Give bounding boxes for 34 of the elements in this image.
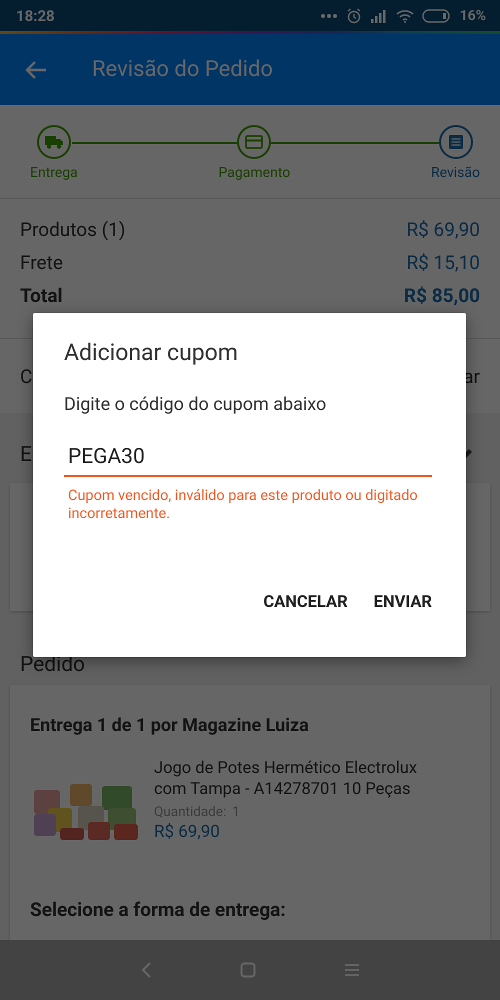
section-title: E <box>20 443 32 467</box>
summary-label: Total <box>20 283 63 309</box>
coupon-label: C <box>20 364 32 388</box>
battery-icon <box>422 8 452 22</box>
menu-icon[interactable] <box>344 963 360 977</box>
summary-value: R$ 69,90 <box>406 217 480 243</box>
home-icon[interactable] <box>240 962 256 978</box>
screen-title: Revisão do Pedido <box>92 57 273 82</box>
credit-card-icon <box>245 135 264 149</box>
shipping-prompt: Selecione a forma de entrega: <box>30 898 287 921</box>
product-price: R$ 69,90 <box>154 822 221 842</box>
status-time: 18:28 <box>16 6 55 24</box>
summary-label: Frete <box>20 250 63 276</box>
summary-value: R$ 15,10 <box>406 250 480 276</box>
step-label: Entrega <box>30 165 78 181</box>
truck-icon <box>44 135 63 149</box>
wifi-icon <box>396 8 414 22</box>
back-arrow-icon[interactable] <box>25 60 47 80</box>
dialog-title: Adicionar cupom <box>64 339 239 366</box>
product-name: Jogo de Potes Hermético Electrolux com Tampa - A14278701 10 Peças <box>154 758 418 800</box>
dialog-message: Digite o código do cupom abaixo <box>64 394 328 415</box>
section-title: Pedido <box>20 653 86 677</box>
step-label: Revisão <box>431 165 480 181</box>
battery-percent: 16% <box>460 8 486 24</box>
back-icon[interactable] <box>140 961 152 979</box>
document-icon <box>448 134 464 150</box>
signal-icon <box>370 8 388 22</box>
alarm-icon <box>346 8 362 24</box>
more-dots-icon <box>320 12 338 18</box>
step-label: Pagamento <box>218 165 290 181</box>
delivery-title: Entrega 1 de 1 por Magazine Luiza <box>30 715 310 736</box>
summary-label: Produtos (1) <box>20 217 126 243</box>
error-message: Cupom vencido, inválido para este produto ou digitado incorretamente. <box>67 487 419 523</box>
summary-value: R$ 85,00 <box>404 283 480 309</box>
